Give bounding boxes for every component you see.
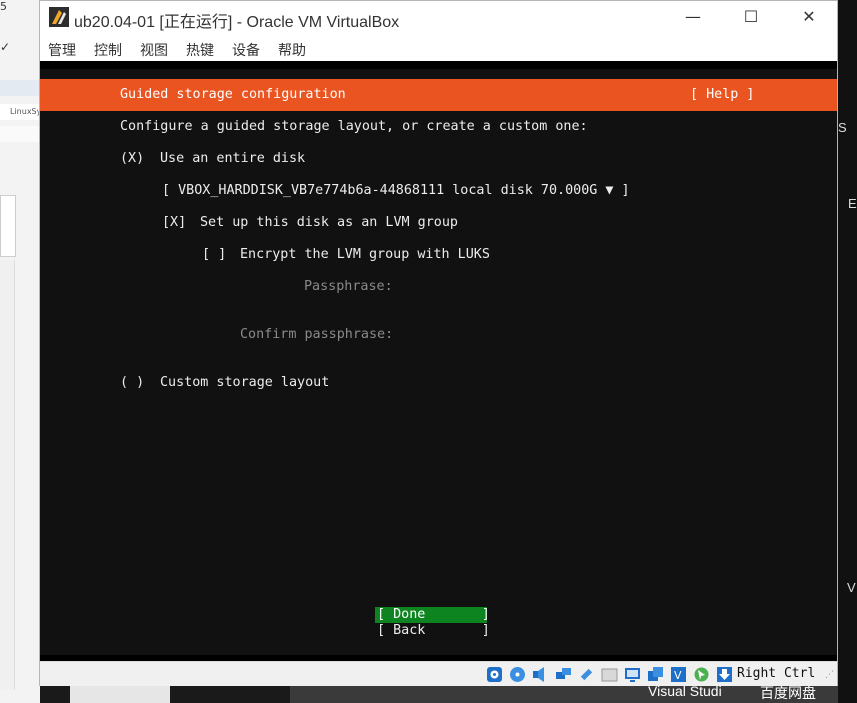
keyboard-capture-icon[interactable] xyxy=(716,666,733,683)
done-button-label: [ Done ] xyxy=(377,607,490,622)
status-bar: V Right Ctrl ⋰ xyxy=(40,661,837,686)
vm-display[interactable]: Guided storage configuration [ Help ] Co… xyxy=(40,61,837,661)
cpu-v-icon[interactable]: V xyxy=(670,666,687,683)
mouse-integration-icon[interactable] xyxy=(693,666,710,683)
host-key-label: Right Ctrl xyxy=(737,666,816,681)
optical-drive-icon[interactable] xyxy=(509,666,526,683)
chevron-down-icon: ✓ xyxy=(0,40,11,54)
menu-devices[interactable]: 设备 xyxy=(232,40,260,60)
video-capture-icon[interactable] xyxy=(647,666,664,683)
background-letter: V xyxy=(847,580,856,595)
background-white-area xyxy=(70,685,170,703)
taskbar-baidu[interactable]: 百度网盘 xyxy=(760,683,816,703)
maximize-button[interactable]: ☐ xyxy=(728,1,774,33)
entire-disk-label: Use an entire disk xyxy=(160,151,306,166)
help-button[interactable]: [ Help ] xyxy=(690,87,755,103)
background-toolbar xyxy=(0,80,40,96)
done-button[interactable]: [ Done ] xyxy=(375,607,490,623)
luks-checkbox[interactable]: [ ] xyxy=(202,247,226,263)
background-tab: LinuxSy xyxy=(0,104,41,120)
usb-icon[interactable] xyxy=(578,666,595,683)
lvm-label: Set up this disk as an LVM group xyxy=(200,215,458,230)
background-desktop-right: S E V xyxy=(838,0,857,703)
entire-disk-radio[interactable]: (X) xyxy=(120,151,144,167)
menu-bar: 管理 控制 视图 热键 设备 帮助 xyxy=(40,37,837,61)
disk-select[interactable]: [ VBOX_HARDDISK_VB7e774b6a-44868111 loca… xyxy=(162,183,630,199)
background-scrollbar xyxy=(0,260,15,690)
lvm-checkbox[interactable]: [X] xyxy=(162,215,186,231)
svg-text:V: V xyxy=(674,669,682,682)
confirm-passphrase-label: Confirm passphrase: xyxy=(240,327,394,342)
background-app-glyph: 5 xyxy=(0,0,7,13)
background-pane xyxy=(0,195,16,257)
audio-icon[interactable] xyxy=(532,666,549,683)
virtualbox-app-icon xyxy=(49,7,69,27)
hard-disk-icon[interactable] xyxy=(486,666,503,683)
menu-control[interactable]: 控制 xyxy=(94,40,122,60)
passphrase-label: Passphrase: xyxy=(304,279,393,294)
background-app-window: 5 ✓ LinuxSy xyxy=(0,0,41,703)
intro-text: Configure a guided storage layout, or cr… xyxy=(120,119,588,134)
menu-view[interactable]: 视图 xyxy=(140,40,168,60)
menu-manage[interactable]: 管理 xyxy=(48,40,76,60)
menu-help[interactable]: 帮助 xyxy=(278,40,306,60)
custom-layout-label: Custom storage layout xyxy=(160,375,330,390)
virtualbox-window: ub20.04-01 [正在运行] - Oracle VM VirtualBox… xyxy=(39,0,838,686)
header-title: Guided storage configuration xyxy=(120,87,346,102)
luks-label: Encrypt the LVM group with LUKS xyxy=(240,247,490,262)
window-title: ub20.04-01 [正在运行] - Oracle VM VirtualBox xyxy=(74,14,400,31)
custom-layout-radio[interactable]: ( ) xyxy=(120,375,144,391)
installer-console: Guided storage configuration [ Help ] Co… xyxy=(40,69,837,655)
background-row xyxy=(0,126,40,142)
installer-header: Guided storage configuration [ Help ] xyxy=(40,79,837,111)
shared-folders-icon[interactable] xyxy=(601,666,618,683)
background-wallpaper xyxy=(290,685,838,703)
back-button[interactable]: [ Back ] xyxy=(377,623,490,639)
title-bar[interactable]: ub20.04-01 [正在运行] - Oracle VM VirtualBox… xyxy=(40,1,837,33)
display-icon[interactable] xyxy=(624,666,641,683)
close-button[interactable]: ✕ xyxy=(786,1,832,33)
menu-hotkeys[interactable]: 热键 xyxy=(186,40,214,60)
resize-grip-icon[interactable]: ⋰ xyxy=(825,670,835,680)
network-icon[interactable] xyxy=(555,666,572,683)
background-letter: S xyxy=(838,120,847,135)
background-letter: E xyxy=(848,196,857,211)
minimize-button[interactable]: — xyxy=(670,1,716,33)
